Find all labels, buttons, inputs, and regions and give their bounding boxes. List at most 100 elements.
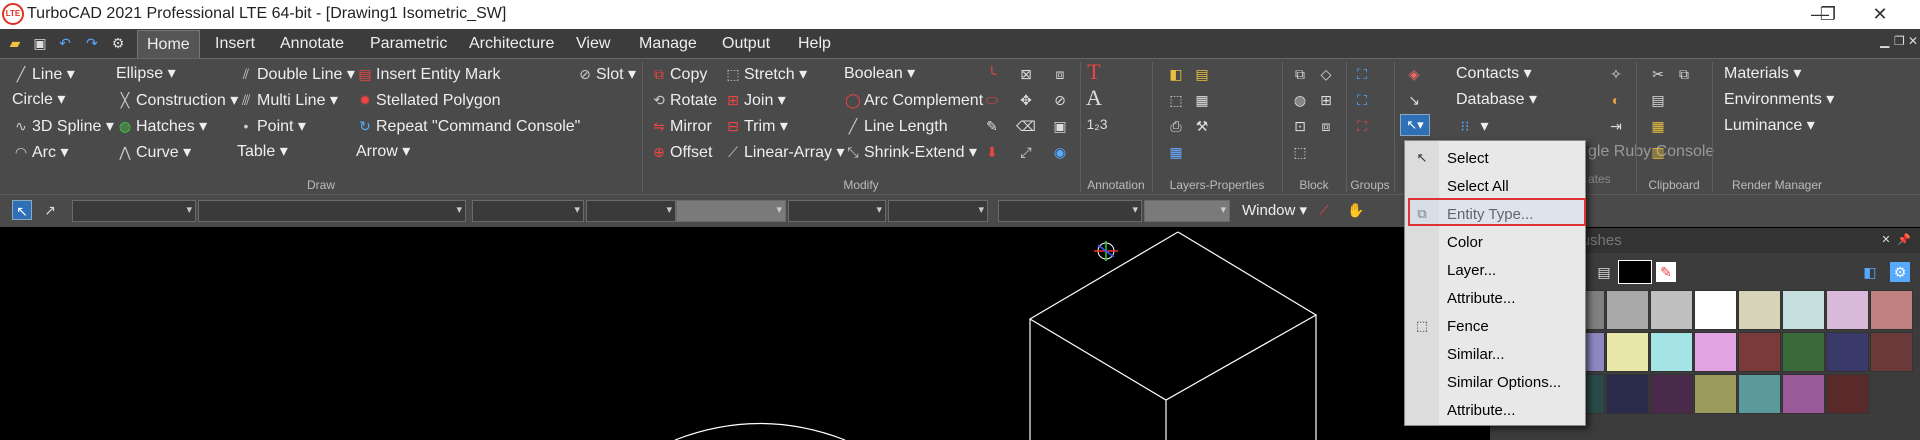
- color-swatch[interactable]: [1694, 332, 1737, 372]
- mdi-restore-button[interactable]: ❐: [1894, 34, 1905, 48]
- color-swatch[interactable]: [1870, 290, 1913, 330]
- color-swatch[interactable]: [1650, 332, 1693, 372]
- block-create-icon[interactable]: ⊞: [1316, 90, 1336, 110]
- block-edit-icon[interactable]: ⊡: [1290, 116, 1310, 136]
- color-swatch[interactable]: [1738, 290, 1781, 330]
- tab-view[interactable]: View: [567, 29, 619, 58]
- curve-button[interactable]: ⋀ Curve ▾: [116, 141, 191, 163]
- hand-icon[interactable]: ✋: [1346, 200, 1366, 220]
- multi-line-button[interactable]: ⫻ Multi Line ▾: [237, 89, 338, 111]
- layer-dropdown[interactable]: [72, 200, 196, 222]
- text-tool-icon[interactable]: T: [1084, 61, 1104, 83]
- table-button[interactable]: Table ▾: [237, 141, 288, 163]
- chamfer-icon[interactable]: ⬭: [982, 90, 1002, 110]
- sphere-icon[interactable]: ◉: [1050, 142, 1070, 162]
- table-grid-icon[interactable]: ▦: [1166, 142, 1186, 162]
- menu-item-similar-options[interactable]: Similar Options...: [1439, 371, 1585, 395]
- linear-array-button[interactable]: ⟋ Linear-Array ▾: [724, 141, 844, 163]
- construction-button[interactable]: ╳ Construction ▾: [116, 89, 239, 111]
- numbering-icon[interactable]: 1₂3: [1082, 114, 1112, 134]
- pick-icon[interactable]: ⟋: [1314, 200, 1334, 220]
- width-dropdown[interactable]: [788, 200, 886, 222]
- tab-help[interactable]: Help: [789, 29, 840, 58]
- color-swatch[interactable]: [1870, 332, 1913, 372]
- fillet-icon[interactable]: ╰: [982, 64, 1002, 84]
- paste-special-icon[interactable]: ▥: [1648, 142, 1668, 162]
- circle-button[interactable]: Circle ▾: [12, 89, 65, 111]
- scale-icon[interactable]: ⤢: [1016, 142, 1036, 162]
- grid-select-button[interactable]: ⁝⁝ ▾: [1456, 115, 1489, 137]
- menu-item-select-all[interactable]: Select All: [1439, 175, 1585, 199]
- properties-icon[interactable]: ▤: [1192, 64, 1212, 84]
- color-swatch[interactable]: [1826, 374, 1869, 414]
- join-button[interactable]: ⊞ Join ▾: [724, 89, 786, 111]
- color-swatch[interactable]: [1650, 374, 1693, 414]
- pen-color-dropdown[interactable]: [472, 200, 584, 222]
- environments-button[interactable]: Environments ▾: [1724, 89, 1834, 111]
- boolean-button[interactable]: Boolean ▾: [844, 63, 915, 85]
- panel-pin-icon[interactable]: 📌: [1894, 230, 1914, 250]
- panel-option-icon[interactable]: ◧: [1860, 262, 1880, 282]
- color-swatch[interactable]: [1826, 332, 1869, 372]
- edit-tool-icon[interactable]: ↗: [40, 200, 60, 220]
- copy-document-icon[interactable]: ▤: [1648, 90, 1668, 110]
- move-icon[interactable]: ✥: [1016, 90, 1036, 110]
- group-edit-icon[interactable]: ⧈: [1050, 64, 1070, 84]
- hatches-button[interactable]: ◍ Hatches ▾: [116, 115, 207, 137]
- menu-item-color[interactable]: Color: [1439, 231, 1585, 255]
- brush-icon[interactable]: ✎: [982, 116, 1002, 136]
- menu-item-layer[interactable]: Layer...: [1439, 259, 1585, 283]
- tab-manage[interactable]: Manage: [630, 29, 706, 58]
- block-insert-icon[interactable]: ⧉: [1290, 64, 1310, 84]
- ruby-console-icon[interactable]: ◈: [1404, 64, 1424, 84]
- pattern-icon[interactable]: ▤: [1594, 262, 1614, 282]
- shrink-extend-button[interactable]: ⤡ Shrink-Extend ▾: [844, 141, 977, 163]
- fill-color-dropdown[interactable]: [1144, 200, 1230, 222]
- arc-button[interactable]: ◠ Arc ▾: [12, 141, 69, 163]
- mdi-minimize-button[interactable]: ▁: [1880, 34, 1889, 48]
- arrow-button[interactable]: Arrow ▾: [356, 141, 410, 163]
- menu-item-attribute[interactable]: Attribute...: [1439, 287, 1585, 311]
- insert-entity-mark-button[interactable]: ▤ Insert Entity Mark: [356, 63, 500, 85]
- stellated-polygon-button[interactable]: ✹ Stellated Polygon: [356, 89, 500, 111]
- select-edit-icon[interactable]: ↘: [1404, 90, 1424, 110]
- contacts-button[interactable]: Contacts ▾: [1456, 63, 1532, 85]
- ellipse-button[interactable]: Ellipse ▾: [116, 63, 176, 85]
- eraser-icon[interactable]: ⌫: [1016, 116, 1036, 136]
- tab-parametric[interactable]: Parametric: [361, 29, 456, 58]
- extrude-icon[interactable]: ⬇: [982, 142, 1002, 162]
- layer-settings-icon[interactable]: ▦: [1192, 90, 1212, 110]
- line-style-dropdown[interactable]: [586, 200, 676, 222]
- double-line-button[interactable]: ⫽ Double Line ▾: [237, 63, 355, 85]
- block-tag-icon[interactable]: ◇: [1316, 64, 1336, 84]
- copy-button[interactable]: ⧉ Copy: [650, 63, 707, 85]
- export-icon[interactable]: ⇥: [1606, 116, 1626, 136]
- color-swatch[interactable]: [1694, 290, 1737, 330]
- paste-icon[interactable]: ▦: [1648, 116, 1668, 136]
- color-swatch[interactable]: [1606, 332, 1649, 372]
- window-select-button[interactable]: Window ▾: [1242, 200, 1307, 222]
- wand-icon[interactable]: ✧: [1606, 64, 1626, 84]
- spline-button[interactable]: ∿ 3D Spline ▾: [12, 115, 114, 137]
- tab-architecture[interactable]: Architecture: [460, 29, 563, 58]
- color-swatch[interactable]: [1606, 290, 1649, 330]
- menu-item-fence[interactable]: Fence: [1439, 315, 1585, 339]
- mdi-close-button[interactable]: ✕: [1908, 34, 1918, 48]
- color-swatch[interactable]: [1650, 290, 1693, 330]
- tab-home[interactable]: Home: [137, 30, 200, 59]
- scale-dropdown[interactable]: [888, 200, 988, 222]
- redo-icon[interactable]: ↷: [82, 33, 102, 53]
- color-swatch[interactable]: [1694, 374, 1737, 414]
- color-swatch[interactable]: [1738, 332, 1781, 372]
- select-tool-dropdown[interactable]: ↖▾: [1400, 114, 1430, 136]
- slot-button[interactable]: ⊘ Slot ▾: [576, 63, 636, 85]
- menu-item-select[interactable]: Select: [1439, 147, 1585, 171]
- print-icon[interactable]: ⎙: [1166, 116, 1186, 136]
- close-button[interactable]: ✕: [1860, 2, 1900, 26]
- edit-color-icon[interactable]: ✎: [1656, 262, 1676, 282]
- panel-close-icon[interactable]: ✕: [1876, 230, 1896, 250]
- block-attribute-icon[interactable]: ⬚: [1290, 142, 1310, 162]
- stretch-button[interactable]: ⬚ Stretch ▾: [724, 63, 807, 85]
- menu-item-similar[interactable]: Similar...: [1439, 343, 1585, 367]
- settings-icon[interactable]: ⚙: [108, 33, 128, 53]
